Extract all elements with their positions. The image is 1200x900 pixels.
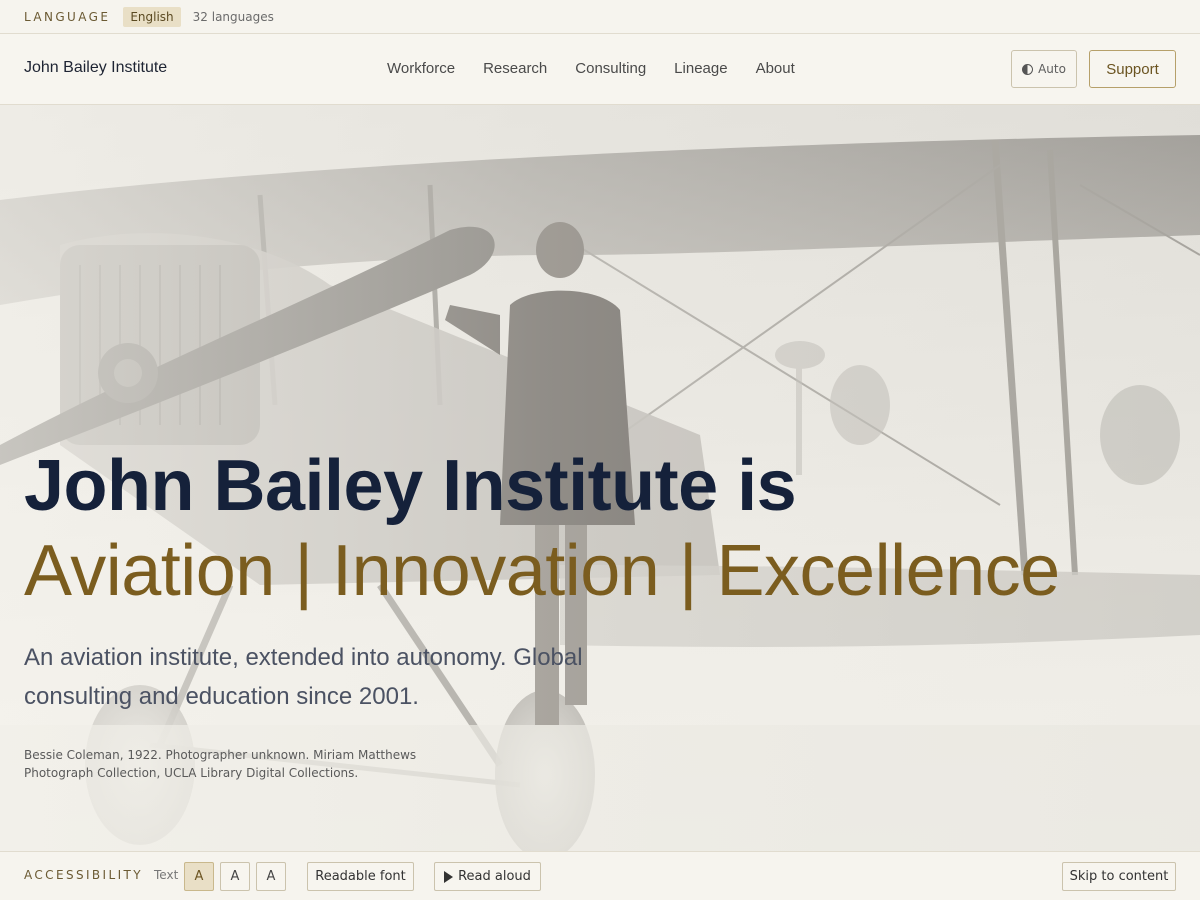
language-label: LANGUAGE: [24, 9, 111, 24]
main-nav: Workforce Research Consulting Lineage Ab…: [387, 60, 823, 77]
half-circle-icon: [1022, 63, 1034, 75]
text-size-label: Text: [154, 868, 179, 882]
hero-section: John Bailey Institute is Aviation | Inno…: [0, 105, 1200, 851]
site-header: John Bailey Institute Workforce Research…: [0, 34, 1200, 105]
nav-item-about[interactable]: About: [756, 60, 795, 77]
read-aloud-label: Read aloud: [458, 869, 531, 884]
readable-font-label: Readable font: [315, 869, 406, 884]
read-aloud-button[interactable]: Read aloud: [434, 862, 541, 891]
skip-to-content-button[interactable]: Skip to content: [1062, 862, 1176, 891]
theme-label: Auto: [1038, 62, 1066, 76]
accessibility-bar: ACCESSIBILITY Text A A A Readable font R…: [0, 851, 1200, 900]
nav-item-research[interactable]: Research: [483, 60, 547, 77]
language-bar: LANGUAGE English 32 languages: [0, 0, 1200, 34]
language-current[interactable]: English: [123, 6, 181, 27]
play-icon: [444, 870, 454, 883]
skip-to-content-label: Skip to content: [1069, 869, 1169, 884]
support-button[interactable]: Support: [1089, 50, 1176, 88]
accessibility-label: ACCESSIBILITY: [24, 868, 143, 882]
language-count-link[interactable]: 32 languages: [193, 10, 274, 24]
nav-item-workforce[interactable]: Workforce: [387, 60, 455, 77]
readable-font-button[interactable]: Readable font: [307, 862, 414, 891]
nav-item-lineage[interactable]: Lineage: [674, 60, 727, 77]
hero-headline: John Bailey Institute is: [24, 446, 797, 526]
theme-toggle-button[interactable]: Auto: [1011, 50, 1077, 88]
hero-subtitle: An aviation institute, extended into aut…: [24, 644, 583, 710]
text-size-medium-button[interactable]: A: [220, 862, 250, 891]
text-size-small-button[interactable]: A: [184, 862, 214, 891]
brand-logo-text[interactable]: John Bailey Institute: [24, 59, 167, 77]
photo-caption: Bessie Coleman, 1922. Photographer unkno…: [24, 748, 417, 780]
hero-tagline: Aviation | Innovation | Excellence: [24, 531, 1060, 611]
text-size-large-button[interactable]: A: [256, 862, 286, 891]
nav-item-consulting[interactable]: Consulting: [575, 60, 646, 77]
